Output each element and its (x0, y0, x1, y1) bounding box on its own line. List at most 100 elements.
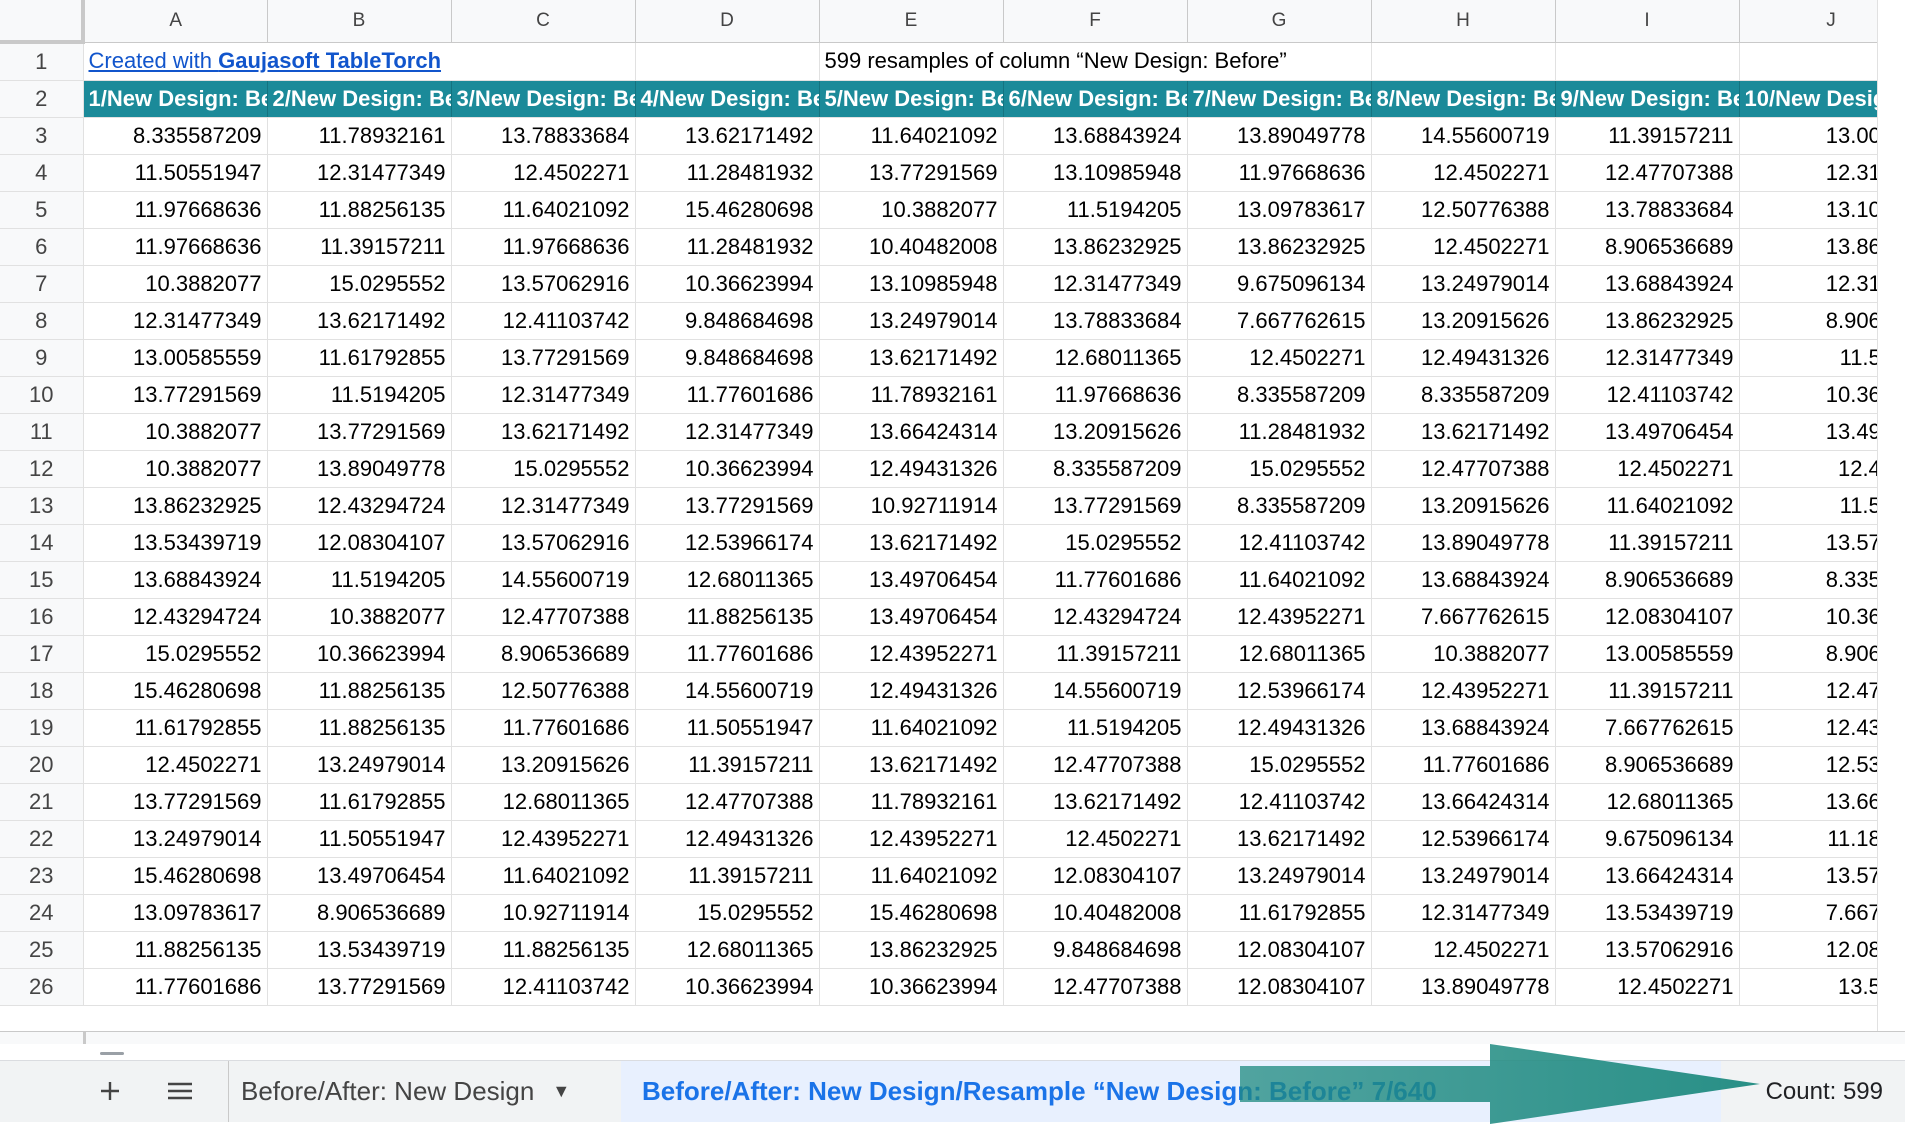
cell[interactable]: 11.78932161 (267, 117, 452, 155)
row-number[interactable]: 14 (0, 524, 84, 562)
cell[interactable]: 13.00585559 (1555, 635, 1740, 673)
row-number[interactable]: 3 (0, 117, 84, 155)
cell[interactable]: 11.61792855 (267, 339, 452, 377)
header-cell[interactable]: 7/New Design: Before (1187, 80, 1372, 118)
cell[interactable]: 10.3882077 (83, 450, 268, 488)
header-cell[interactable]: 9/New Design: Before (1555, 80, 1740, 118)
cell[interactable]: 11.88256135 (83, 931, 268, 969)
cell[interactable]: 11.97668636 (83, 191, 268, 229)
cell[interactable]: 12.4502271 (1371, 931, 1556, 969)
cell[interactable]: 12.4502271 (1003, 820, 1188, 858)
cell[interactable]: 10.3882077 (83, 265, 268, 303)
cell[interactable]: 12.08304107 (1187, 931, 1372, 969)
cell[interactable]: 12.08304107 (267, 524, 452, 562)
cell[interactable]: 13.77291569 (1003, 487, 1188, 525)
column-header-c[interactable]: C (451, 0, 636, 43)
hamburger-icon[interactable] (156, 1067, 204, 1115)
cell[interactable]: 11.28481932 (1187, 413, 1372, 451)
cell[interactable]: 12.31477349 (1371, 894, 1556, 932)
row-number[interactable]: 5 (0, 191, 84, 229)
vertical-scroll-gutter[interactable] (1877, 0, 1905, 1031)
tab-before-after[interactable]: Before/After: New Design ▼ (228, 1061, 582, 1122)
spreadsheet-grid[interactable]: ABCDEFGHIJ 1 Created with Gaujasoft Tabl… (0, 0, 1905, 1031)
cell[interactable]: 8.906536689 (1555, 561, 1740, 599)
cell[interactable]: 12.43294724 (267, 487, 452, 525)
cell[interactable]: 9.848684698 (1003, 931, 1188, 969)
cell[interactable]: 12.31477349 (451, 487, 636, 525)
cell[interactable]: 11.64021092 (819, 117, 1004, 155)
cell[interactable]: 13.20915626 (1371, 302, 1556, 340)
cell[interactable]: 13.77291569 (819, 154, 1004, 192)
cell[interactable]: 12.49431326 (635, 820, 820, 858)
cell[interactable]: 12.08304107 (1003, 857, 1188, 895)
cell[interactable]: 15.0295552 (1187, 450, 1372, 488)
column-header-g[interactable]: G (1187, 0, 1372, 43)
cell[interactable]: 11.97668636 (83, 228, 268, 266)
cell[interactable]: 12.4502271 (83, 746, 268, 784)
row-number[interactable]: 2 (0, 80, 84, 118)
cell[interactable]: 12.43294724 (83, 598, 268, 636)
cell[interactable]: 12.43294724 (1003, 598, 1188, 636)
cell[interactable]: 12.43952271 (1371, 672, 1556, 710)
cell[interactable]: 13.20915626 (451, 746, 636, 784)
cell[interactable]: 15.0295552 (1187, 746, 1372, 784)
row-number[interactable]: 6 (0, 228, 84, 266)
cell[interactable]: 8.906536689 (451, 635, 636, 673)
cell[interactable]: 10.92711914 (819, 487, 1004, 525)
cell[interactable]: 13.78833684 (451, 117, 636, 155)
cell[interactable]: 13.68843924 (83, 561, 268, 599)
cell[interactable]: 12.47707388 (1003, 968, 1188, 1006)
cell[interactable]: 15.0295552 (83, 635, 268, 673)
cell[interactable]: 13.10985948 (819, 265, 1004, 303)
cell[interactable]: 11.50551947 (267, 820, 452, 858)
cell[interactable]: 13.24979014 (1371, 265, 1556, 303)
row-number[interactable]: 7 (0, 265, 84, 303)
cell[interactable]: 10.3882077 (267, 598, 452, 636)
cell[interactable]: 13.49706454 (819, 598, 1004, 636)
row-number[interactable]: 16 (0, 598, 84, 636)
cell[interactable]: 11.88256135 (267, 191, 452, 229)
cell[interactable]: 12.50776388 (1371, 191, 1556, 229)
cell[interactable]: 11.39157211 (635, 857, 820, 895)
cell[interactable]: 11.50551947 (83, 154, 268, 192)
cell[interactable]: 13.09783617 (83, 894, 268, 932)
row-number[interactable]: 26 (0, 968, 84, 1006)
cell[interactable]: 9.675096134 (1187, 265, 1372, 303)
cell[interactable]: 11.28481932 (635, 154, 820, 192)
header-cell[interactable]: 6/New Design: Before (1003, 80, 1188, 118)
cell[interactable]: 10.40482008 (819, 228, 1004, 266)
cell[interactable]: 11.88256135 (267, 709, 452, 747)
row-number[interactable]: 10 (0, 376, 84, 414)
row-number[interactable]: 8 (0, 302, 84, 340)
cell[interactable]: 12.47707388 (1371, 450, 1556, 488)
cell[interactable]: 12.68011365 (635, 561, 820, 599)
cell[interactable]: 12.4502271 (1555, 450, 1740, 488)
column-header-f[interactable]: F (1003, 0, 1188, 43)
cell[interactable]: 10.92711914 (451, 894, 636, 932)
cell[interactable]: 12.31477349 (83, 302, 268, 340)
cell[interactable]: 8.335587209 (1187, 487, 1372, 525)
cell[interactable]: 10.40482008 (1003, 894, 1188, 932)
cell[interactable]: 13.89049778 (1371, 968, 1556, 1006)
cell[interactable]: 11.77601686 (1371, 746, 1556, 784)
cell[interactable]: 13.20915626 (1371, 487, 1556, 525)
column-header-h[interactable]: H (1371, 0, 1556, 43)
cell[interactable]: 13.24979014 (1187, 857, 1372, 895)
cell[interactable] (1555, 42, 1740, 81)
column-header-b[interactable]: B (267, 0, 452, 43)
cell[interactable]: 13.78833684 (1555, 191, 1740, 229)
cell[interactable]: 11.77601686 (1003, 561, 1188, 599)
cell[interactable]: 12.4502271 (1555, 968, 1740, 1006)
cell[interactable]: 12.31477349 (451, 376, 636, 414)
plus-icon[interactable] (86, 1067, 134, 1115)
cell[interactable]: 15.0295552 (635, 894, 820, 932)
cell[interactable]: 12.68011365 (1555, 783, 1740, 821)
cell[interactable]: 15.0295552 (1003, 524, 1188, 562)
cell[interactable]: 11.28481932 (635, 228, 820, 266)
cell[interactable]: 12.53966174 (1187, 672, 1372, 710)
row-number[interactable]: 23 (0, 857, 84, 895)
cell[interactable]: 11.39157211 (1555, 672, 1740, 710)
cell[interactable]: 7.667762615 (1187, 302, 1372, 340)
cell[interactable]: 12.53966174 (1371, 820, 1556, 858)
cell[interactable]: 12.68011365 (451, 783, 636, 821)
